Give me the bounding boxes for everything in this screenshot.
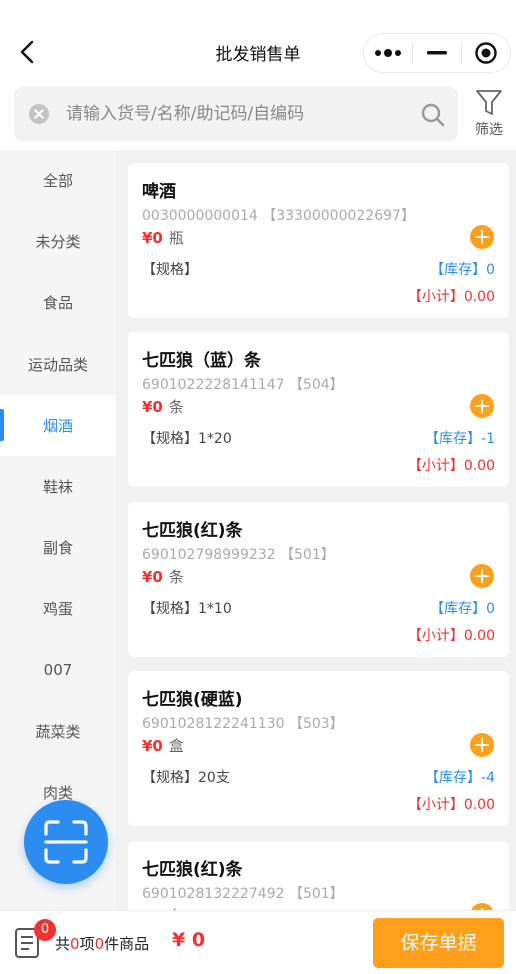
product-list: 啤酒 0030000000014 【33300000022697】 ¥0 瓶 【规…: [116, 150, 516, 910]
category-item-food[interactable]: 食品: [0, 272, 116, 333]
add-icon[interactable]: [470, 394, 494, 418]
search-icon[interactable]: [420, 102, 446, 128]
add-icon[interactable]: [470, 733, 494, 757]
order-total: ¥ 0: [172, 929, 206, 951]
product-stock: 【库存】0: [430, 262, 495, 278]
product-stock: 【库存】-4: [425, 770, 495, 786]
product-card[interactable]: 七匹狼(硬蓝) 6901028122241130 【503】 ¥0 盒 【规格】2…: [128, 671, 509, 826]
product-price: ¥0 条: [142, 566, 184, 587]
category-item-all[interactable]: 全部: [0, 150, 116, 211]
category-item-vegetables[interactable]: 蔬菜类: [0, 701, 116, 762]
price-unit: 条: [168, 398, 184, 416]
add-icon[interactable]: [470, 225, 494, 249]
product-name: 啤酒: [142, 182, 176, 202]
product-spec: 【规格】: [142, 262, 198, 278]
price-amount: ¥0: [142, 737, 163, 755]
category-item-007[interactable]: 007: [0, 640, 116, 701]
product-price: ¥0 条: [142, 396, 184, 417]
scan-icon: [44, 820, 88, 864]
category-item-snacks[interactable]: 副食: [0, 517, 116, 578]
product-spec: 【规格】20支: [142, 770, 230, 786]
more-icon[interactable]: [364, 34, 412, 72]
product-code: 0030000000014 【33300000022697】: [142, 208, 415, 224]
category-item-tobacco-alcohol[interactable]: 烟酒: [0, 394, 116, 456]
product-card[interactable]: 七匹狼(红)条 690102798999232 【501】 ¥0 条 【规格】1*…: [128, 502, 509, 657]
category-item-eggs[interactable]: 鸡蛋: [0, 578, 116, 639]
add-icon[interactable]: [470, 903, 494, 910]
price-amount: ¥0: [142, 229, 163, 247]
product-name: 七匹狼(红)条: [142, 521, 243, 541]
product-code: 690102798999232 【501】: [142, 547, 335, 563]
product-name: 七匹狼(硬蓝): [142, 690, 243, 710]
product-name: 七匹狼（蓝）条: [142, 351, 261, 371]
product-code: 6901028132227492 【501】: [142, 886, 344, 902]
product-name: 七匹狼(红)条: [142, 860, 243, 880]
product-price: ¥0 瓶: [142, 227, 184, 248]
bottom-bar: 0 共0项0件商品 ¥ 0 保存单据: [0, 910, 516, 974]
category-item-uncategorized[interactable]: 未分类: [0, 211, 116, 272]
product-subtotal: 【小计】0.00: [407, 797, 495, 813]
order-summary: 共0项0件商品: [55, 933, 149, 954]
product-spec: 【规格】1*10: [142, 601, 232, 617]
piece-count: 0: [94, 935, 105, 953]
summary-mid: 项: [79, 935, 95, 953]
item-count: 0: [70, 935, 80, 953]
price-amount: ¥0: [142, 568, 163, 586]
cart-count-badge: 0: [34, 919, 56, 941]
product-spec: 【规格】1*20: [142, 431, 232, 447]
price-amount: ¥0: [142, 398, 163, 416]
price-unit: 盒: [168, 737, 184, 755]
product-stock: 【库存】-1: [425, 431, 495, 447]
product-subtotal: 【小计】0.00: [407, 289, 495, 305]
clear-icon[interactable]: [29, 104, 49, 124]
summary-prefix: 共: [55, 935, 71, 953]
price-unit: 瓶: [168, 229, 184, 247]
close-mini-program-icon[interactable]: [462, 34, 510, 72]
search-bar: [14, 87, 458, 141]
add-icon[interactable]: [470, 564, 494, 588]
save-button[interactable]: 保存单据: [373, 918, 504, 968]
category-item-shoes-socks[interactable]: 鞋袜: [0, 456, 116, 517]
product-card[interactable]: 七匹狼（蓝）条 6901022228141147 【504】 ¥0 条 【规格】1…: [128, 332, 509, 487]
mini-program-capsule: [363, 33, 511, 73]
product-subtotal: 【小计】0.00: [407, 628, 495, 644]
scan-button[interactable]: [24, 800, 108, 884]
nav-header: 批发销售单: [0, 0, 516, 80]
search-input[interactable]: [66, 97, 406, 131]
summary-suffix: 件商品: [104, 935, 150, 953]
category-item-sports[interactable]: 运动品类: [0, 334, 116, 395]
minimize-icon[interactable]: [413, 34, 461, 72]
product-code: 6901022228141147 【504】: [142, 377, 344, 393]
product-subtotal: 【小计】0.00: [407, 458, 495, 474]
product-code: 6901028122241130 【503】: [142, 716, 344, 732]
product-card[interactable]: 啤酒 0030000000014 【33300000022697】 ¥0 瓶 【规…: [128, 163, 509, 318]
category-sidebar: 全部 未分类 食品 运动品类 烟酒 鞋袜 副食 鸡蛋 007 蔬菜类 肉类: [0, 150, 116, 910]
filter-label: 筛选: [475, 122, 503, 138]
product-card[interactable]: 七匹狼(红)条 6901028132227492 【501】 ¥0条: [128, 841, 509, 910]
product-stock: 【库存】0: [430, 601, 495, 617]
funnel-icon: [476, 90, 502, 115]
filter-button[interactable]: 筛选: [466, 86, 512, 140]
product-price: ¥0 盒: [142, 735, 184, 756]
price-unit: 条: [168, 568, 184, 586]
